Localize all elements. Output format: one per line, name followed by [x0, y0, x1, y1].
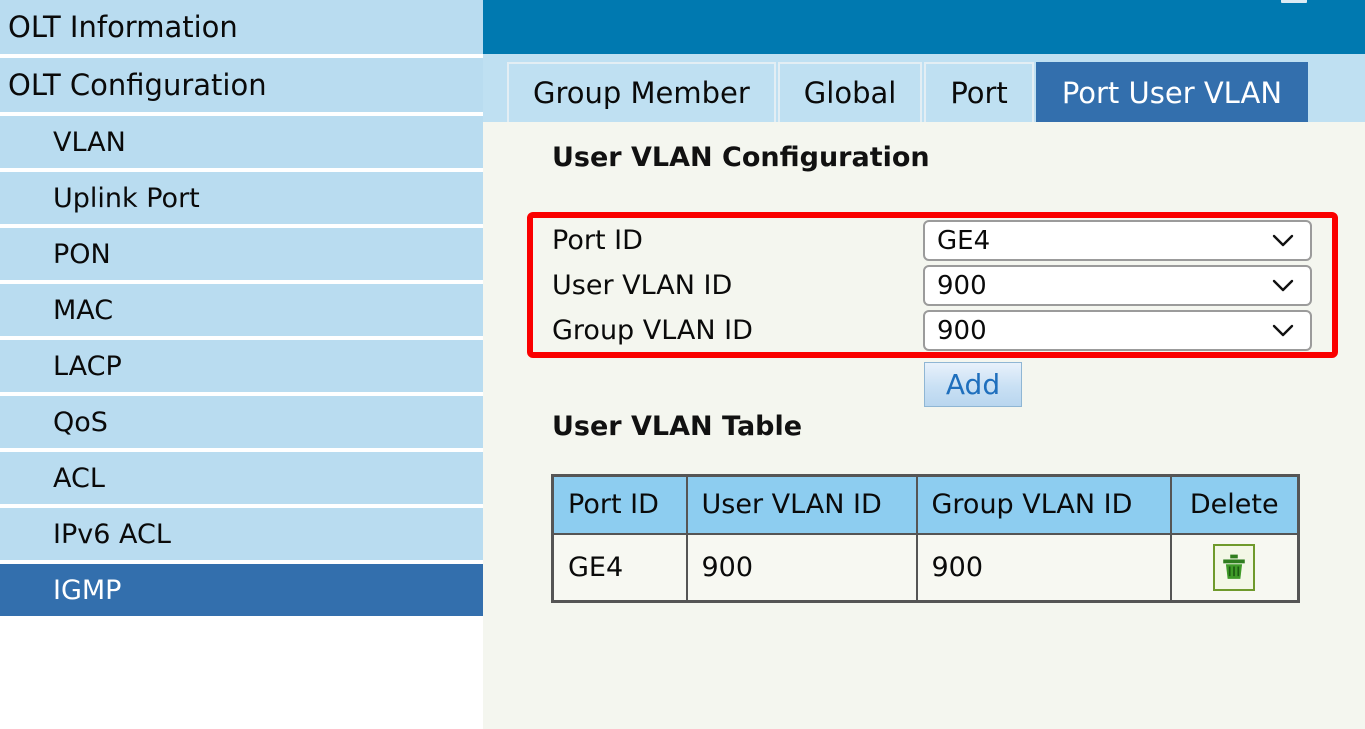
sidebar-item-label: OLT Information: [8, 9, 238, 44]
port-id-selected-value: GE4: [937, 225, 991, 256]
chevron-down-icon: [1272, 234, 1294, 247]
tab-label: Global: [803, 75, 897, 110]
user-vlan-id-selected-value: 900: [937, 270, 987, 301]
content-area: User VLAN Configuration Port ID GE4 User V…: [483, 122, 1365, 729]
label-group-vlan-id: Group VLAN ID: [552, 315, 753, 346]
sidebar-item-label: Uplink Port: [53, 182, 200, 214]
sidebar-item-acl[interactable]: ACL: [0, 452, 483, 508]
tab-label: Port User VLAN: [1061, 75, 1283, 110]
port-id-select[interactable]: GE4: [923, 220, 1312, 261]
sidebar-item-olt-configuration[interactable]: OLT Configuration: [0, 58, 483, 116]
add-button-label: Add: [945, 367, 1001, 401]
sidebar-item-label: ACL: [53, 462, 105, 494]
add-button[interactable]: Add: [924, 362, 1022, 407]
table-section-title: User VLAN Table: [552, 411, 803, 442]
label-user-vlan-id: User VLAN ID: [552, 270, 733, 301]
tab-bar: Group Member Global Port Port User VLAN: [483, 54, 1365, 122]
user-vlan-id-select[interactable]: 900: [923, 265, 1312, 306]
sidebar-item-mac[interactable]: MAC: [0, 284, 483, 340]
column-header-delete: Delete: [1169, 474, 1300, 535]
tab-port[interactable]: Port: [924, 62, 1034, 122]
group-vlan-id-select[interactable]: 900: [923, 310, 1312, 351]
trash-icon: [1223, 554, 1246, 580]
table-header-row: Port ID User VLAN ID Group VLAN ID Delet…: [551, 474, 1300, 535]
user-vlan-config-form: Port ID GE4 User VLAN ID 900 Group VLAN ID 90…: [535, 218, 1330, 352]
sidebar-nav: OLT Information OLT Configuration VLAN Upli…: [0, 0, 483, 620]
sidebar-item-lacp[interactable]: LACP: [0, 340, 483, 396]
sidebar-item-qos[interactable]: QoS: [0, 396, 483, 452]
tab-group-member[interactable]: Group Member: [507, 62, 776, 122]
form-row-group-vlan-id: Group VLAN ID 900: [535, 308, 1330, 353]
chevron-down-icon: [1272, 279, 1294, 292]
sidebar-item-ipv6-acl[interactable]: IPv6 ACL: [0, 508, 483, 564]
cell-group-vlan-id: 900: [915, 532, 1172, 603]
table-header: Port ID User VLAN ID Group VLAN ID Delet…: [551, 474, 1300, 535]
form-row-port-id: Port ID GE4: [535, 218, 1330, 263]
sidebar: OLT Information OLT Configuration VLAN Upli…: [0, 0, 483, 729]
chevron-down-icon: [1272, 324, 1294, 337]
header-bar: [483, 0, 1365, 54]
column-header-group-vlan-id: Group VLAN ID: [915, 474, 1172, 535]
sidebar-item-label: QoS: [53, 406, 108, 438]
user-vlan-table: Port ID User VLAN ID Group VLAN ID Delet…: [551, 474, 1300, 603]
sidebar-item-label: OLT Configuration: [8, 67, 267, 102]
sidebar-item-label: IGMP: [53, 574, 122, 606]
sidebar-item-label: PON: [53, 238, 111, 270]
column-header-port-id: Port ID: [551, 474, 688, 535]
application-window: OLT Information OLT Configuration VLAN Upli…: [0, 0, 1365, 729]
delete-row-button[interactable]: [1213, 543, 1256, 591]
tab-label: Group Member: [533, 75, 750, 110]
cell-port-id: GE4: [551, 532, 688, 603]
sidebar-item-label: VLAN: [53, 126, 126, 158]
sidebar-item-olt-information[interactable]: OLT Information: [0, 0, 483, 58]
main-pane: Group Member Global Port Port User VLAN Use…: [483, 0, 1365, 729]
tab-label: Port: [950, 75, 1008, 110]
sidebar-item-label: MAC: [53, 294, 114, 326]
sidebar-item-igmp[interactable]: IGMP: [0, 564, 483, 620]
label-port-id: Port ID: [552, 225, 643, 256]
tab-global[interactable]: Global: [777, 62, 923, 122]
cell-user-vlan-id: 900: [685, 532, 918, 603]
sidebar-item-label: LACP: [53, 350, 122, 382]
table-body: GE4 900 900: [551, 532, 1300, 603]
sidebar-item-label: IPv6 ACL: [53, 518, 171, 550]
header-text-fragment: [1281, 0, 1307, 3]
tab-port-user-vlan[interactable]: Port User VLAN: [1035, 62, 1309, 122]
sidebar-item-vlan[interactable]: VLAN: [0, 116, 483, 172]
column-header-user-vlan-id: User VLAN ID: [685, 474, 918, 535]
group-vlan-id-selected-value: 900: [937, 315, 987, 346]
config-section-title: User VLAN Configuration: [552, 142, 930, 173]
table-row: GE4 900 900: [551, 532, 1300, 603]
form-row-user-vlan-id: User VLAN ID 900: [535, 263, 1330, 308]
cell-delete: [1169, 532, 1300, 603]
sidebar-item-pon[interactable]: PON: [0, 228, 483, 284]
sidebar-item-uplink-port[interactable]: Uplink Port: [0, 172, 483, 228]
